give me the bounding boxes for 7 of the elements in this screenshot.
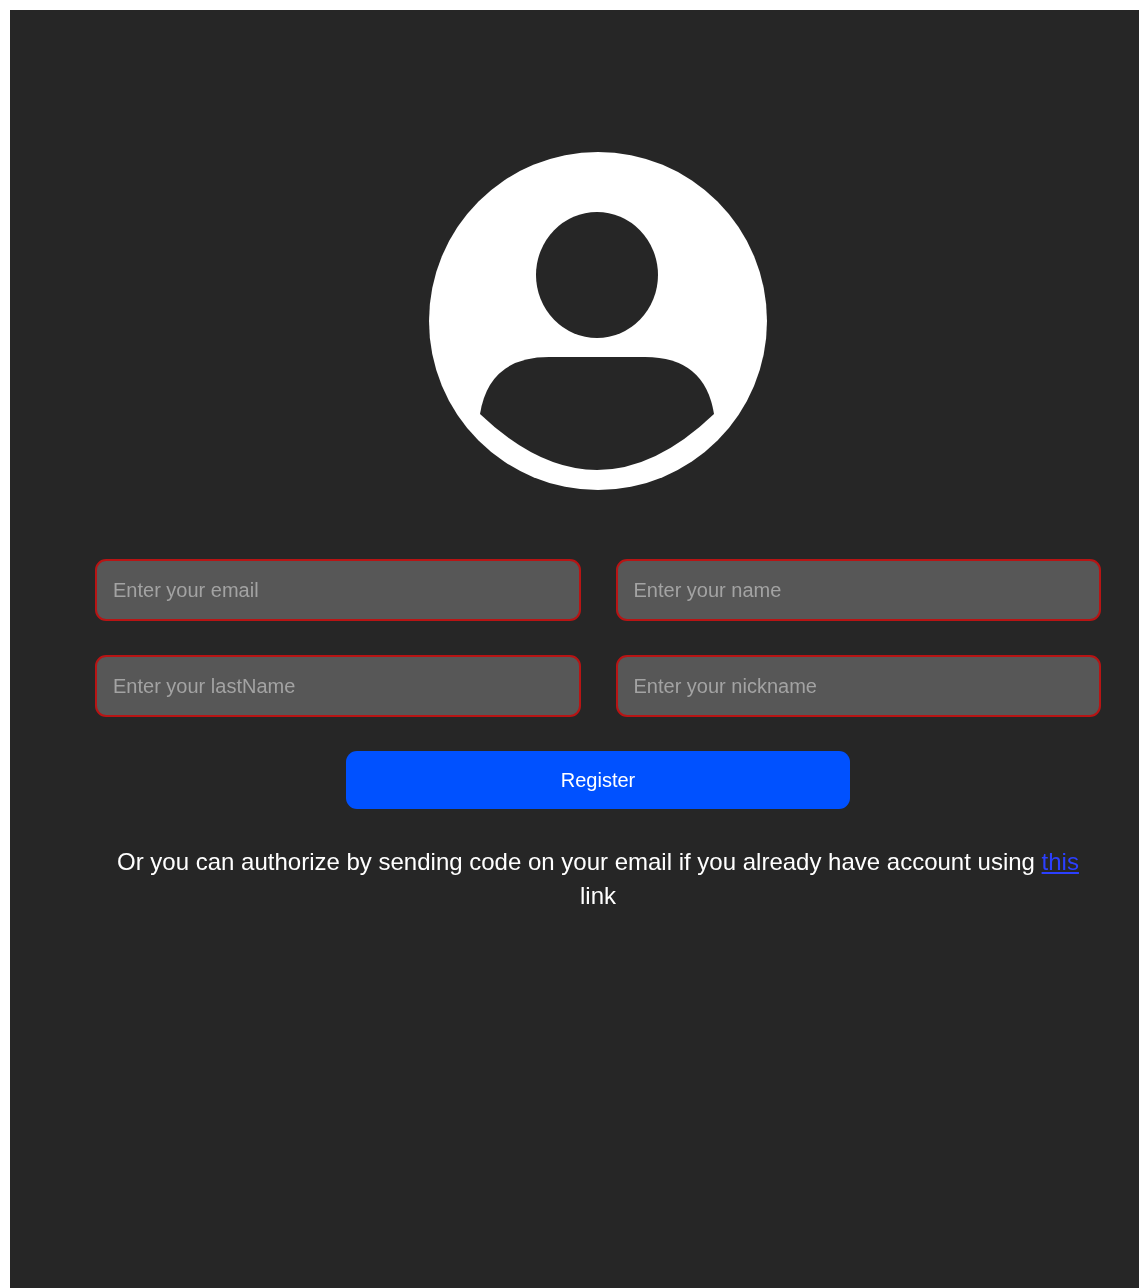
input-field[interactable]: Enter your name xyxy=(615,559,1101,621)
input-field[interactable]: Enter your nickname xyxy=(615,655,1101,717)
user-avatar-icon xyxy=(429,152,767,490)
input-field[interactable]: Enter your lastName xyxy=(95,655,581,717)
register-button[interactable]: Register xyxy=(346,751,850,809)
authorize-note: Or you can authorize by sending code on your email if you already have account using this link xyxy=(116,847,1080,911)
input-field[interactable]: Enter your email xyxy=(95,559,581,621)
